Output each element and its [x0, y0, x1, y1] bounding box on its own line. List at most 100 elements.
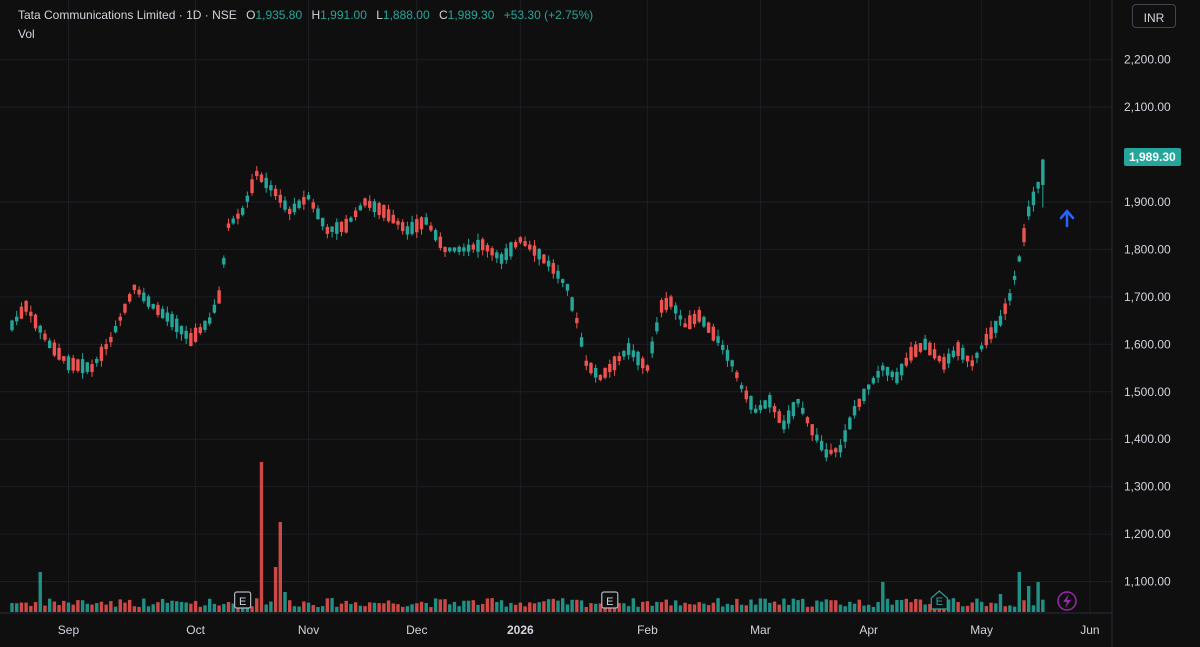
- currency-button[interactable]: INR: [1132, 4, 1176, 28]
- time-tick-label: Apr: [859, 623, 878, 637]
- candle-body: [598, 374, 603, 381]
- volume-bar: [1003, 606, 1007, 612]
- volume-bar: [255, 598, 259, 612]
- volume-bar: [127, 599, 132, 612]
- price-chart[interactable]: 2,200.00 2,100.00 1,900.00 1,800.00 1,700.00…: [0, 0, 1200, 647]
- low-label: L: [376, 8, 383, 22]
- candle-body: [721, 344, 725, 350]
- candle-body: [683, 323, 687, 328]
- candle-body: [692, 313, 697, 325]
- candle-body: [843, 430, 847, 442]
- volume-bar: [1036, 582, 1040, 612]
- candle-body: [358, 205, 363, 211]
- volume-bar: [311, 605, 315, 612]
- candle-body: [43, 333, 47, 340]
- candle-body: [608, 364, 612, 373]
- volume-bar: [528, 602, 532, 612]
- volume-bar: [335, 606, 339, 612]
- volume-bar: [320, 606, 325, 612]
- candle-body: [344, 218, 348, 233]
- volume-bar: [471, 600, 475, 612]
- volume-bar: [834, 600, 838, 612]
- candle-body: [782, 420, 786, 430]
- candle-body: [316, 208, 320, 220]
- candle-body: [132, 284, 137, 291]
- volume-bar: [443, 599, 447, 612]
- candle-body: [603, 367, 607, 378]
- earnings-marker[interactable]: E: [234, 591, 252, 609]
- volume-bar: [19, 602, 24, 612]
- volume-bar: [363, 606, 367, 612]
- lightning-icon[interactable]: [1057, 591, 1077, 611]
- candle-body: [38, 325, 42, 333]
- volume-label[interactable]: Vol: [18, 27, 35, 41]
- volume-bar: [626, 606, 631, 612]
- candle-body: [495, 252, 499, 259]
- volume-bar: [758, 598, 763, 612]
- candle-body: [730, 360, 734, 367]
- candle-body: [184, 330, 188, 339]
- candle-body: [791, 402, 796, 417]
- candle-body: [85, 362, 90, 372]
- volume-bar: [57, 604, 61, 612]
- volume-bar: [965, 605, 970, 612]
- symbol-title[interactable]: Tata Communications Limited · 1D · NSE: [18, 8, 237, 22]
- volume-bar: [979, 601, 984, 612]
- candle-body: [335, 222, 339, 234]
- candle-body: [429, 225, 433, 231]
- candle-body: [273, 188, 278, 197]
- volume-bar: [659, 602, 664, 612]
- earnings-marker-label: E: [239, 596, 246, 608]
- candle-body: [278, 194, 282, 203]
- volume-bar: [1022, 600, 1026, 612]
- candle-body: [956, 342, 960, 356]
- volume-bar: [283, 592, 287, 612]
- candle-body: [292, 203, 297, 213]
- candle-body: [160, 308, 165, 319]
- candle-body: [311, 202, 315, 209]
- volume-bar: [998, 594, 1003, 612]
- candle-body: [368, 200, 372, 208]
- earnings-marker-label: E: [606, 596, 613, 608]
- volume-bar: [344, 600, 348, 612]
- high-value: 1,991.00: [320, 8, 367, 22]
- candle-body: [466, 244, 471, 252]
- volume-bar: [142, 598, 146, 612]
- volume-bar: [584, 606, 588, 612]
- candle-body: [127, 294, 132, 302]
- candle-body: [659, 300, 664, 313]
- candle-body: [570, 297, 574, 311]
- earnings-marker[interactable]: E: [601, 591, 619, 609]
- candle-body: [1003, 303, 1007, 314]
- volume-bar: [546, 599, 551, 612]
- volume-bar: [1012, 606, 1017, 612]
- candle-body: [777, 411, 781, 423]
- candle-body: [236, 213, 240, 219]
- candle-body: [288, 208, 292, 215]
- candle-body: [735, 372, 739, 379]
- volume-bar: [848, 601, 852, 612]
- candle-body: [772, 406, 777, 413]
- candle-body: [593, 367, 598, 378]
- candle-body: [66, 356, 71, 371]
- volume-bar: [579, 600, 584, 612]
- candle-body: [702, 317, 706, 327]
- volume-bar: [1041, 599, 1045, 612]
- earnings-marker-label: E: [936, 596, 943, 608]
- volume-bar: [490, 598, 494, 612]
- candle-body: [612, 356, 617, 371]
- volume-bar: [43, 605, 47, 612]
- close-value: 1,989.30: [447, 8, 495, 22]
- time-tick-label: Mar: [750, 623, 771, 637]
- time-tick-label: Nov: [298, 623, 319, 637]
- candle-body: [626, 343, 631, 355]
- volume-bar: [513, 604, 518, 612]
- volume-bar: [961, 606, 965, 612]
- candle-body: [386, 209, 391, 222]
- volume-bar: [951, 598, 956, 612]
- high-label: H: [311, 8, 321, 22]
- candle-body: [678, 315, 683, 320]
- price-tick-label: 2,100.00: [1124, 100, 1171, 114]
- candle-body: [819, 440, 824, 451]
- volume-bar: [706, 605, 711, 612]
